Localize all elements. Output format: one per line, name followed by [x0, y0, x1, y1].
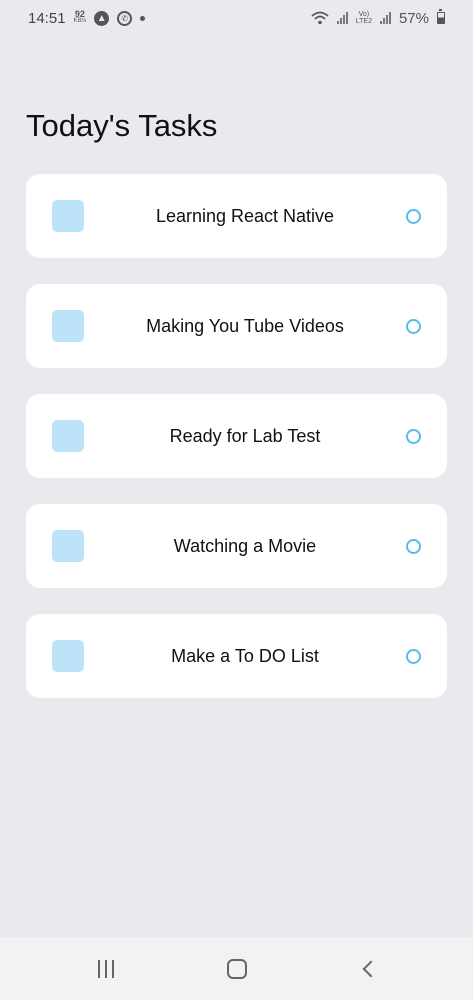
task-circle-icon[interactable] — [406, 648, 421, 664]
task-label: Learning React Native — [155, 205, 335, 226]
task-label: Make a To DO List — [171, 645, 319, 666]
recents-icon — [97, 959, 114, 978]
task-square-icon — [52, 420, 84, 452]
status-bar: 14:51 92 KB/s ▲ ✆ Vo) LTE2 57% — [0, 0, 473, 36]
task-square-icon — [52, 530, 84, 562]
network-speed-value: 92 — [74, 9, 85, 19]
lte-indicator: Vo) LTE2 — [356, 11, 372, 25]
navigation-app-icon: ▲ — [94, 10, 110, 26]
notification-dot-icon — [140, 15, 146, 21]
task-square-icon — [52, 200, 84, 232]
signal-2-icon — [379, 12, 391, 24]
task-item[interactable]: Make a To DO List — [26, 614, 447, 698]
recents-button[interactable] — [86, 949, 126, 989]
status-time: 14:51 — [28, 9, 66, 27]
navigation-bar — [0, 937, 473, 1000]
battery-percent: 57% — [398, 9, 429, 27]
task-item[interactable]: Making You Tube Videos — [26, 284, 447, 368]
task-square-icon — [52, 640, 84, 672]
task-circle-icon[interactable] — [406, 428, 421, 444]
status-right: Vo) LTE2 57% — [311, 9, 445, 27]
whatsapp-icon: ✆ — [117, 10, 133, 26]
task-circle-icon[interactable] — [406, 318, 421, 334]
back-icon — [362, 960, 379, 977]
task-label: Making You Tube Videos — [146, 315, 344, 336]
task-item[interactable]: Learning React Native — [26, 174, 447, 258]
page-title: Today's Tasks — [26, 108, 218, 143]
task-item[interactable]: Ready for Lab Test — [26, 394, 447, 478]
network-speed: 92 KB/s — [73, 9, 87, 25]
task-list: Learning React Native Making You Tube Vi… — [26, 174, 447, 698]
task-item[interactable]: Watching a Movie — [26, 504, 447, 588]
network-speed-unit: KB/s — [73, 18, 87, 24]
task-label: Watching a Movie — [173, 535, 317, 556]
task-label: Ready for Lab Test — [169, 425, 321, 446]
status-left: 14:51 92 KB/s ▲ ✆ — [28, 9, 146, 27]
back-button[interactable] — [348, 949, 388, 989]
signal-1-icon — [336, 12, 348, 24]
lte-top: Vo) — [358, 11, 370, 18]
task-circle-icon[interactable] — [406, 538, 421, 554]
task-circle-icon[interactable] — [406, 208, 421, 224]
home-button[interactable] — [217, 949, 257, 989]
lte-bottom: LTE2 — [355, 18, 372, 25]
battery-icon — [437, 9, 445, 24]
task-square-icon — [52, 310, 84, 342]
wifi-icon — [311, 11, 329, 25]
home-icon — [226, 958, 247, 979]
